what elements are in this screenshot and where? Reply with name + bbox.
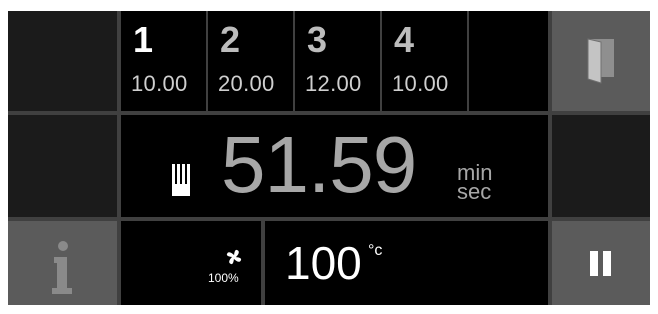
left-top-blank [8, 11, 117, 111]
stage-time: 10.00 [131, 71, 188, 96]
timer-unit-seconds: sec [457, 179, 492, 204]
timer-display[interactable]: 51.59 min sec [121, 115, 548, 217]
stage-number: 3 [307, 19, 328, 60]
temperature-value: 100 [285, 237, 362, 289]
temperature-button[interactable]: 100 °c [265, 221, 548, 305]
stage-time: 12.00 [305, 71, 362, 96]
oven-control-panel: 1 10.00 2 20.00 3 12.00 4 10.00 51.59 mi… [8, 11, 650, 305]
right-middle-blank [552, 115, 650, 217]
stage-number: 1 [133, 19, 154, 60]
timer-value: 51.59 [221, 120, 417, 209]
pause-icon [590, 251, 611, 276]
door-button[interactable] [552, 11, 650, 111]
fan-percent: 100% [208, 271, 239, 285]
stage-2[interactable]: 2 20.00 [208, 11, 293, 111]
pause-button[interactable] [552, 221, 650, 305]
stage-3[interactable]: 3 12.00 [295, 11, 380, 111]
stage-5-empty[interactable] [469, 11, 548, 111]
fan-icon [226, 249, 242, 265]
left-middle-blank [8, 115, 117, 217]
probe-icon [172, 164, 190, 196]
info-icon [52, 241, 72, 294]
stage-number: 2 [220, 19, 241, 60]
temperature-unit: °c [368, 242, 383, 259]
stage-time: 20.00 [218, 71, 275, 96]
info-button[interactable] [8, 221, 117, 305]
stage-1[interactable]: 1 10.00 [121, 11, 206, 111]
stage-time: 10.00 [392, 71, 449, 96]
door-icon [587, 38, 614, 84]
fan-speed-button[interactable]: 100% [121, 221, 261, 305]
stage-4[interactable]: 4 10.00 [382, 11, 467, 111]
stage-number: 4 [394, 19, 415, 60]
